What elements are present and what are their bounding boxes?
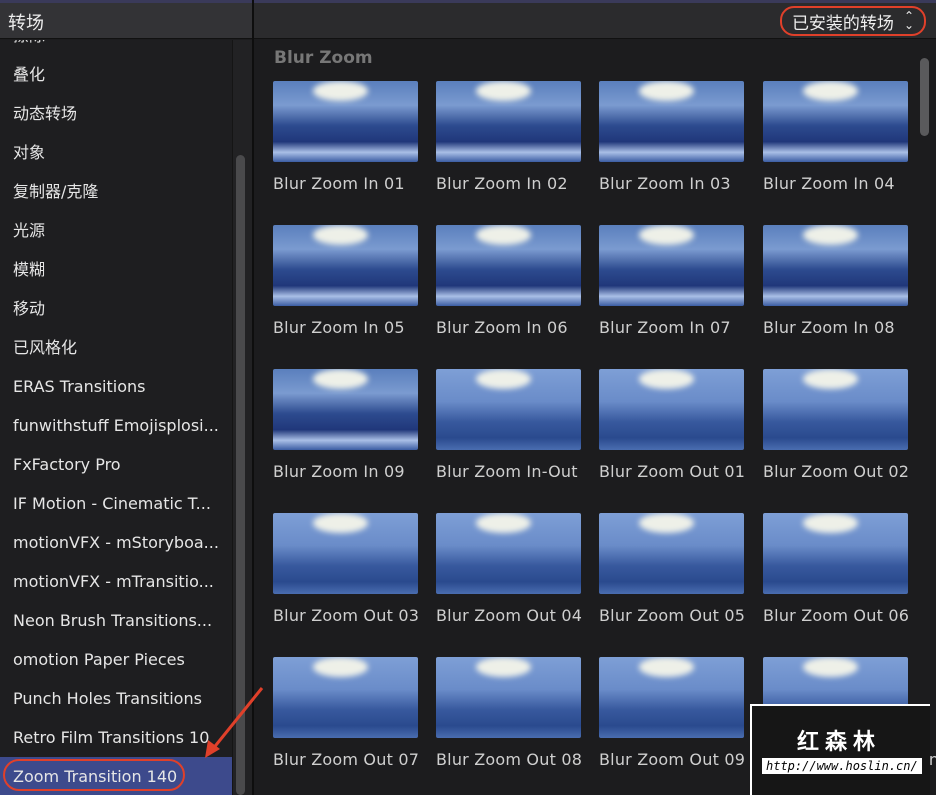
- watermark: 红森林 http://www.hoslin.cn/: [750, 704, 930, 795]
- watermark-name: 红森林: [797, 730, 882, 755]
- watermark-url: http://www.hoslin.cn/: [762, 758, 922, 774]
- red-arrow-annotation: [205, 687, 264, 758]
